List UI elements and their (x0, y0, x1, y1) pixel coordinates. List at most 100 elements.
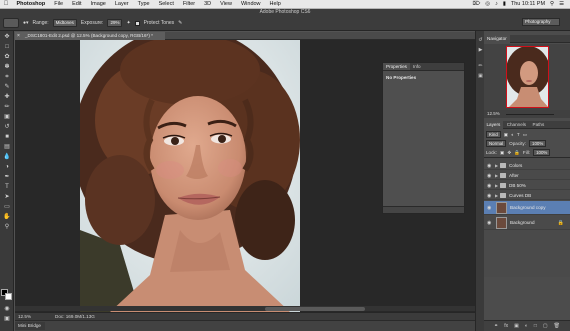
quick-select-tool-icon[interactable]: ✽ (3, 64, 11, 71)
menu-select[interactable]: Select (154, 1, 178, 7)
crop-tool-icon[interactable]: ⌗ (3, 74, 11, 81)
layer-name[interactable]: Background (510, 216, 535, 230)
expand-triangle-icon[interactable]: ▶ (495, 183, 498, 188)
gradient-tool-icon[interactable]: ▤ (3, 144, 11, 151)
tab-mini-bridge[interactable]: Mini Bridge (15, 322, 45, 330)
tab-properties[interactable]: Properties (383, 63, 410, 70)
layer-row[interactable]: ◉ ▶ After (484, 171, 570, 180)
pen-tool-icon[interactable]: ✒ (3, 174, 11, 181)
menu-view[interactable]: View (216, 1, 237, 7)
trash-icon[interactable]: 🗑 (554, 323, 560, 329)
eyedropper-tool-icon[interactable]: ✎ (3, 84, 11, 91)
menu-image[interactable]: Image (86, 1, 110, 7)
layer-row[interactable]: ◉ ▶ Colors (484, 161, 570, 170)
visibility-eye-icon[interactable]: ◉ (487, 220, 491, 226)
tab-paths[interactable]: Paths (530, 121, 547, 129)
zoom-tool-icon[interactable]: ⚲ (3, 224, 11, 231)
tool-preset-picker[interactable] (3, 18, 19, 28)
layer-style-icon[interactable]: fx (504, 323, 508, 329)
quick-mask-icon[interactable]: ◉ (3, 306, 11, 313)
menu-edit[interactable]: Edit (68, 1, 86, 7)
lock-position-icon[interactable]: ✥ (507, 150, 511, 156)
tab-info[interactable]: Info (410, 63, 424, 70)
layer-name[interactable]: Background copy (510, 201, 546, 215)
portrait-photo[interactable] (80, 40, 300, 312)
layer-row[interactable]: ◉ ▶ Curves DB (484, 191, 570, 200)
tab-layers[interactable]: Layers (484, 121, 503, 129)
new-group-icon[interactable]: □ (534, 323, 537, 329)
menu-3d[interactable]: 3D (200, 1, 216, 7)
document-tab[interactable]: × _DSC1801-Edit 2.psd @ 12.5% (Backgroun… (15, 32, 165, 40)
screen-mode-icon[interactable]: ▣ (3, 316, 11, 323)
horizontal-scrollbar[interactable] (15, 306, 475, 311)
brush-size-icon[interactable]: ●▾ (23, 20, 29, 26)
layer-row[interactable]: ◉ ▶ DB 50% (484, 181, 570, 190)
spotlight-icon[interactable]: ⚲ (550, 1, 554, 7)
zoom-level[interactable]: 12.5% (18, 314, 31, 319)
volume-icon[interactable]: ♪ (495, 1, 498, 7)
expand-triangle-icon[interactable]: ▶ (495, 173, 498, 178)
bluetooth-icon[interactable]: ⌦ (473, 1, 481, 7)
menu-photoshop[interactable]: Photoshop (12, 1, 50, 7)
workspace-switcher[interactable]: Photography (522, 18, 560, 26)
visibility-eye-icon[interactable]: ◉ (487, 205, 491, 211)
visibility-eye-icon[interactable]: ◉ (487, 193, 491, 199)
lock-pixels-icon[interactable]: ▣ (500, 150, 504, 156)
move-tool-icon[interactable]: ✥ (3, 34, 11, 41)
battery-icon[interactable]: ▮ (503, 1, 506, 7)
fill-input[interactable]: 100% (533, 149, 551, 156)
blend-mode-select[interactable]: Normal (486, 140, 507, 147)
tab-navigator[interactable]: Navigator (484, 35, 510, 43)
layer-kind-filter[interactable]: Kind (486, 131, 501, 138)
range-select[interactable]: Midtones (52, 19, 77, 27)
airbrush-icon[interactable]: ✦ (126, 20, 130, 26)
visibility-eye-icon[interactable]: ◉ (487, 163, 491, 169)
layer-name[interactable]: Colors (509, 161, 522, 170)
background-color-swatch[interactable] (5, 293, 12, 300)
apple-icon[interactable]:  (0, 1, 12, 7)
navigator-zoom-slider[interactable] (506, 113, 554, 115)
brush-panel-icon[interactable]: ✏ (477, 63, 484, 69)
hand-tool-icon[interactable]: ✋ (3, 214, 11, 221)
filter-type-icon[interactable]: T (517, 132, 520, 137)
visibility-eye-icon[interactable]: ◉ (487, 183, 491, 189)
visibility-eye-icon[interactable]: ◉ (487, 173, 491, 179)
close-icon[interactable]: × (17, 32, 20, 40)
path-selection-tool-icon[interactable]: ➤ (3, 194, 11, 201)
menu-layer[interactable]: Layer (110, 1, 133, 7)
history-brush-tool-icon[interactable]: ↺ (3, 124, 11, 131)
clone-source-icon[interactable]: ▣ (477, 73, 484, 79)
filter-adjustment-icon[interactable]: ◐ (511, 132, 514, 137)
menu-filter[interactable]: Filter (178, 1, 199, 7)
clock[interactable]: Thu 10:11 PM (511, 1, 545, 7)
notification-center-icon[interactable]: ☰ (559, 1, 564, 7)
lock-all-icon[interactable]: 🔒 (514, 150, 520, 156)
tab-channels[interactable]: Channels (504, 121, 528, 129)
layer-name[interactable]: DB 50% (509, 181, 526, 190)
layer-row-selected[interactable]: ◉ Background copy (484, 201, 570, 215)
new-layer-icon[interactable]: ▢ (543, 323, 548, 329)
type-tool-icon[interactable]: T (3, 184, 11, 191)
layer-name[interactable]: After (509, 171, 519, 180)
lasso-tool-icon[interactable]: ✿ (3, 54, 11, 61)
adjustment-layer-icon[interactable]: ◐ (525, 323, 528, 329)
dodge-tool-icon[interactable]: ◑ (3, 164, 11, 171)
menu-file[interactable]: File (50, 1, 68, 7)
shape-tool-icon[interactable]: ▭ (3, 204, 11, 211)
opacity-input[interactable]: 100% (529, 140, 547, 147)
layer-name[interactable]: Curves DB (509, 191, 531, 200)
menu-window[interactable]: Window (236, 1, 265, 7)
expand-triangle-icon[interactable]: ▶ (495, 163, 498, 168)
navigator-thumbnail[interactable] (506, 46, 549, 108)
filter-pixel-icon[interactable]: ▣ (504, 132, 508, 138)
healing-brush-tool-icon[interactable]: ✚ (3, 94, 11, 101)
document-info[interactable]: Doc: 169.0M/1.13G (55, 314, 95, 319)
protect-tones-checkbox[interactable] (134, 20, 140, 26)
actions-icon[interactable]: ▶ (477, 47, 484, 53)
link-layers-icon[interactable]: ⚭ (494, 323, 498, 329)
exposure-input[interactable]: 29% (107, 19, 123, 27)
clone-stamp-tool-icon[interactable]: ▣ (3, 114, 11, 121)
menu-help[interactable]: Help (265, 1, 285, 7)
navigator-zoom[interactable]: 12.5% (487, 111, 500, 116)
menu-type[interactable]: Type (133, 1, 154, 7)
